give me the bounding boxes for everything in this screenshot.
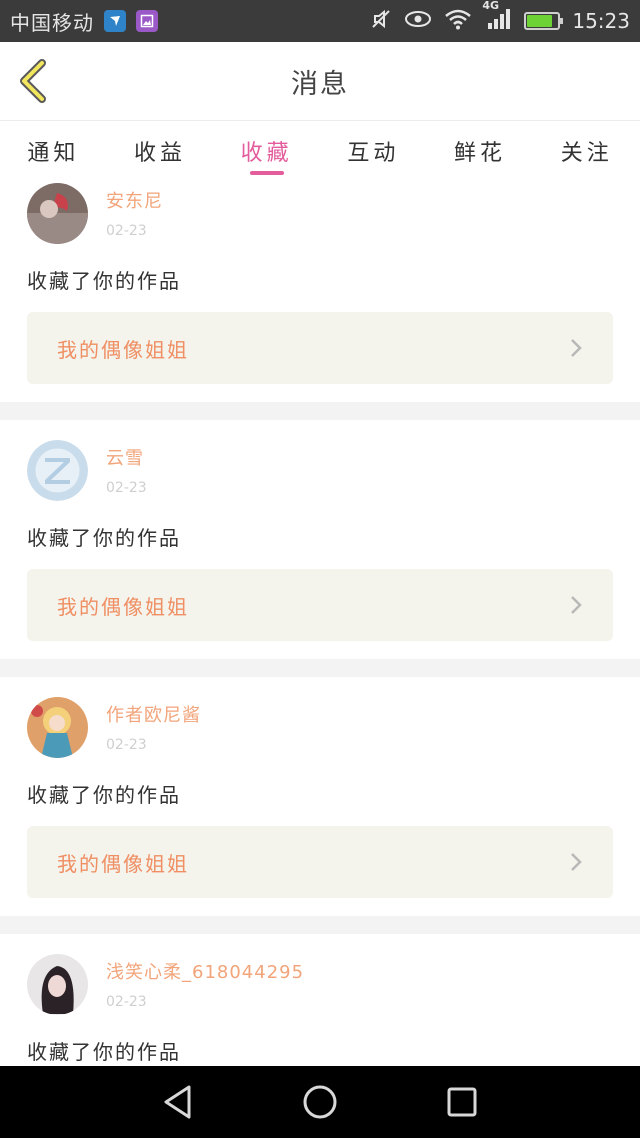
message-date: 02-23 [106, 737, 147, 753]
wifi-icon [444, 8, 472, 34]
username[interactable]: 浅笑心柔_618044295 [106, 958, 304, 984]
carrier-name: 中国移动 [10, 10, 94, 35]
tab-follows[interactable]: 关注 [533, 121, 640, 181]
page-title: 消息 [291, 68, 349, 100]
message-card: 安东尼 02-23 收藏了你的作品 我的偶像姐姐 [0, 181, 640, 402]
message-list: 安东尼 02-23 收藏了你的作品 我的偶像姐姐 云雪 02-23 收藏了你的作… [0, 181, 640, 1066]
chevron-right-icon [571, 339, 582, 357]
message-user-row: 浅笑心柔_618044295 02-23 [27, 952, 613, 1016]
avatar[interactable] [27, 182, 88, 244]
system-navigation-bar [0, 1066, 640, 1138]
back-button[interactable] [16, 58, 50, 104]
username[interactable]: 安东尼 [106, 187, 163, 213]
nav-back-button[interactable] [157, 1081, 199, 1123]
network-type: 4G [482, 0, 500, 12]
work-title: 我的偶像姐姐 [57, 337, 189, 362]
work-link[interactable]: 我的偶像姐姐 [27, 312, 613, 384]
action-text: 收藏了你的作品 [27, 1040, 181, 1064]
tab-earnings[interactable]: 收益 [107, 121, 214, 181]
avatar[interactable] [27, 696, 88, 758]
avatar[interactable] [27, 953, 88, 1015]
message-card: 浅笑心柔_618044295 02-23 收藏了你的作品 [0, 934, 640, 1066]
tab-interactions[interactable]: 互动 [320, 121, 427, 181]
battery-icon [524, 12, 564, 30]
message-card: 作者欧尼酱 02-23 收藏了你的作品 我的偶像姐姐 [0, 677, 640, 916]
username[interactable]: 云雪 [106, 444, 147, 470]
message-date: 02-23 [106, 994, 147, 1010]
message-date: 02-23 [106, 223, 147, 239]
username[interactable]: 作者欧尼酱 [106, 701, 201, 727]
work-title: 我的偶像姐姐 [57, 594, 189, 619]
message-user-row: 安东尼 02-23 [27, 181, 613, 245]
battery-level [527, 15, 553, 27]
message-date: 02-23 [106, 480, 147, 496]
work-link[interactable]: 我的偶像姐姐 [27, 826, 613, 898]
work-link[interactable]: 我的偶像姐姐 [27, 569, 613, 641]
message-user-row: 作者欧尼酱 02-23 [27, 695, 613, 759]
clock: 15:23 [572, 9, 630, 33]
avatar[interactable] [27, 439, 88, 501]
message-user-row: 云雪 02-23 [27, 438, 613, 502]
notification-app-icon [104, 10, 126, 32]
user-meta: 安东尼 02-23 [106, 187, 163, 239]
chevron-right-icon [571, 853, 582, 871]
status-bar: 中国移动 4G 15:23 [0, 0, 640, 42]
action-text: 收藏了你的作品 [27, 526, 181, 550]
header-bar: 消息 [0, 42, 640, 121]
tab-flowers[interactable]: 鲜花 [427, 121, 534, 181]
work-title: 我的偶像姐姐 [57, 851, 189, 876]
message-card: 云雪 02-23 收藏了你的作品 我的偶像姐姐 [0, 420, 640, 659]
tab-notifications[interactable]: 通知 [0, 121, 107, 181]
message-list-container[interactable]: 安东尼 02-23 收藏了你的作品 我的偶像姐姐 云雪 02-23 收藏了你的作… [0, 181, 640, 1066]
user-meta: 云雪 02-23 [106, 444, 147, 496]
chevron-right-icon [571, 596, 582, 614]
user-meta: 浅笑心柔_618044295 02-23 [106, 958, 304, 1010]
circle-home-icon [303, 1085, 337, 1119]
triangle-back-icon [164, 1085, 191, 1119]
tab-favorites[interactable]: 收藏 [213, 121, 320, 181]
nav-recents-button[interactable] [441, 1081, 483, 1123]
tab-bar: 通知 收益 收藏 互动 鲜花 关注 [0, 121, 640, 181]
user-meta: 作者欧尼酱 02-23 [106, 701, 201, 753]
action-text: 收藏了你的作品 [27, 783, 181, 807]
action-text: 收藏了你的作品 [27, 269, 181, 293]
nav-home-button[interactable] [299, 1081, 341, 1123]
eye-comfort-icon [404, 9, 432, 33]
mute-icon [370, 8, 392, 34]
square-recents-icon [447, 1087, 477, 1117]
signal-icon: 4G [482, 0, 512, 35]
gallery-app-icon [136, 10, 158, 32]
chevron-left-icon [20, 59, 46, 103]
